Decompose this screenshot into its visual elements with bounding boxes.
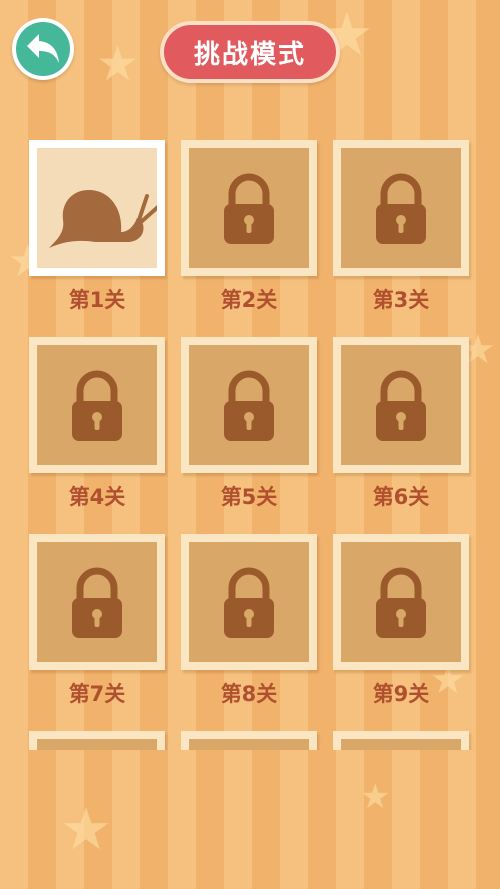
lock-icon xyxy=(189,739,309,750)
level-tile-locked[interactable] xyxy=(181,337,317,473)
level-tile-face xyxy=(37,345,157,465)
level-tile-locked[interactable] xyxy=(29,731,165,750)
lock-icon xyxy=(224,567,274,638)
lock-icon xyxy=(376,370,426,441)
level-label: 第1关 xyxy=(68,288,126,312)
level-tile-locked[interactable] xyxy=(29,534,165,670)
level-tile-face xyxy=(189,345,309,465)
lock-icon xyxy=(72,567,122,638)
level-label: 第8关 xyxy=(220,682,278,706)
level-tile-face xyxy=(341,345,461,465)
level-label: 第6关 xyxy=(372,485,430,509)
star-decoration: ★ xyxy=(96,36,140,92)
level-tile-face xyxy=(341,542,461,662)
snail-icon xyxy=(49,190,157,248)
lock-icon xyxy=(224,370,274,441)
level-tile-face xyxy=(341,148,461,268)
level-tile-locked[interactable] xyxy=(333,140,469,276)
level-tile-locked[interactable] xyxy=(333,534,469,670)
mode-title-badge: 挑战模式 xyxy=(160,21,340,83)
level-label: 第5关 xyxy=(220,485,278,509)
level-tile-face xyxy=(37,148,157,268)
level-tile-face xyxy=(37,739,157,750)
back-button[interactable] xyxy=(12,18,74,80)
level-grid: 第1关 第2关 第3关第4关 第5关 第6关第7关 第8关 第9关 xyxy=(0,130,500,750)
level-tile-face xyxy=(189,739,309,750)
level-tile-locked[interactable] xyxy=(29,337,165,473)
level-label: 第2关 xyxy=(220,288,278,312)
level-tile-face xyxy=(189,148,309,268)
lock-icon xyxy=(341,739,461,750)
lock-icon xyxy=(376,173,426,244)
level-tile-locked[interactable] xyxy=(181,534,317,670)
level-label: 第3关 xyxy=(372,288,430,312)
level-tile-locked[interactable] xyxy=(181,140,317,276)
level-label: 第9关 xyxy=(372,682,430,706)
level-tile-locked[interactable] xyxy=(181,731,317,750)
level-tile-face xyxy=(341,739,461,750)
level-label: 第7关 xyxy=(68,682,126,706)
star-decoration: ★ xyxy=(60,795,112,863)
level-label: 第4关 xyxy=(68,485,126,509)
level-tile-locked[interactable] xyxy=(333,337,469,473)
star-decoration: ★ xyxy=(360,777,391,817)
level-tile-locked[interactable] xyxy=(333,731,469,750)
lock-icon xyxy=(376,567,426,638)
level-tile-face xyxy=(189,542,309,662)
lock-icon xyxy=(37,739,157,750)
back-arrow-icon xyxy=(27,34,59,63)
level-tile-unlocked[interactable] xyxy=(29,140,165,276)
page-title: 挑战模式 xyxy=(164,25,336,79)
lock-icon xyxy=(224,173,274,244)
level-tile-face xyxy=(37,542,157,662)
lock-icon xyxy=(72,370,122,441)
